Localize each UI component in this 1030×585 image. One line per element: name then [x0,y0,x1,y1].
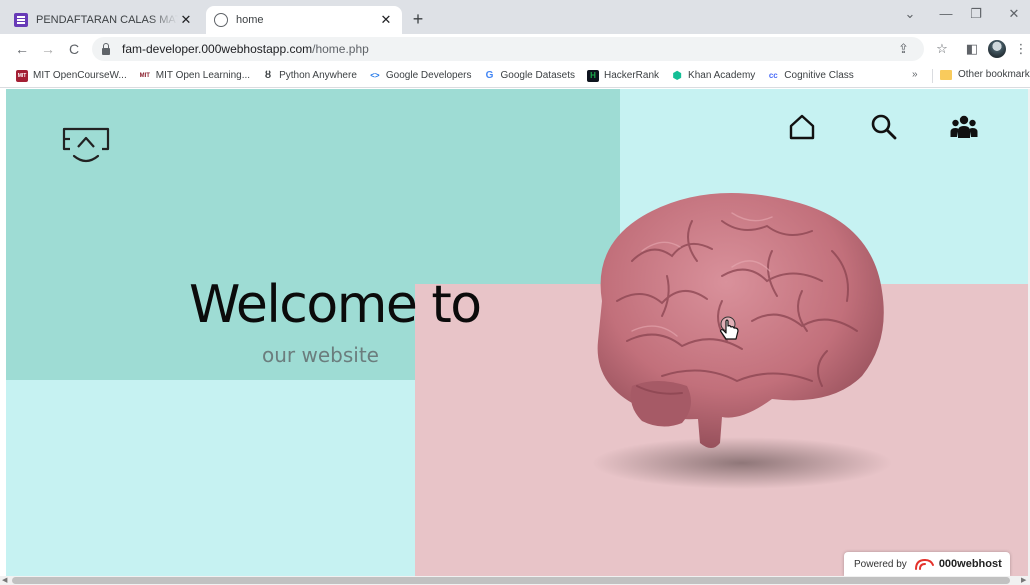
google-developers-icon: <> [370,71,380,80]
bookmarks-overflow-icon[interactable]: » [912,69,918,80]
bookmark-label: MIT Open Learning... [155,70,251,81]
python-anywhere-icon: ȣ [264,70,272,81]
google-icon: G [485,70,494,81]
bookmark-label: Cognitive Class [784,70,854,81]
restore-icon[interactable]: ❐ [966,6,986,22]
bookmark-google-datasets[interactable]: G Google Datasets [484,70,576,82]
google-forms-icon [14,13,28,27]
profile-avatar[interactable] [988,40,1006,58]
address-bar[interactable]: fam-developer.000webhostapp.com/home.php… [92,37,924,61]
url-host: fam-developer.000webhostapp.com [122,42,313,56]
bookmark-label: Khan Academy [688,70,756,81]
mit-logo-icon: MIT [139,72,150,79]
bookmarks-divider [932,69,933,83]
url-path: /home.php [312,42,369,56]
folder-icon [940,69,952,80]
other-bookmarks[interactable]: Other bookmarks [940,69,1030,80]
hand-cursor-icon [719,316,739,340]
hackerrank-icon: H [587,69,599,82]
bookmark-khan-academy[interactable]: ⬢ Khan Academy [671,70,755,82]
tab-search-icon[interactable]: ⌄ [900,6,920,22]
cognitive-class-icon: cc [768,71,778,80]
browser-toolbar: ← → C fam-developer.000webhostapp.com/ho… [0,34,1030,64]
000webhost-logo-icon [914,559,934,570]
close-window-icon[interactable]: ✕ [1004,6,1024,22]
horizontal-scrollbar[interactable]: ◀ ▶ [0,576,1030,585]
browser-menu-icon[interactable]: ⋮ [1014,39,1028,59]
minimize-icon[interactable]: — [936,6,956,21]
bookmark-star-icon[interactable]: ☆ [932,39,952,59]
hero-title: Welcome to [189,275,482,335]
reload-icon[interactable]: C [64,39,84,59]
bookmark-label: MIT OpenCourseW... [33,70,127,81]
bookmark-label: Google Developers [385,70,472,81]
site-logo-icon[interactable] [60,123,112,171]
tab-title: home [236,14,264,26]
bookmark-label: Python Anywhere [279,70,357,81]
close-tab-icon[interactable]: ✕ [178,12,194,28]
users-icon[interactable] [948,111,980,143]
page-viewport: Welcome to our website Powered by 000web… [6,89,1028,576]
search-icon[interactable] [868,111,900,143]
globe-icon [214,13,228,27]
close-tab-icon[interactable]: ✕ [378,12,394,28]
tab-pendaftaran[interactable]: PENDAFTARAN CALAS MATHDAY ✕ [6,6,202,34]
bookmarks-bar: MIT MIT OpenCourseW... MIT MIT Open Lear… [0,64,1030,88]
browser-tab-strip: PENDAFTARAN CALAS MATHDAY ✕ home ✕ + ⌄ —… [0,0,1030,34]
scroll-right-icon[interactable]: ▶ [1021,576,1026,585]
forward-icon[interactable]: → [38,39,58,59]
hero-subtitle: our website [262,343,379,367]
new-tab-button[interactable]: + [406,8,430,32]
home-icon[interactable] [786,111,818,143]
bookmark-hackerrank[interactable]: H HackerRank [587,69,660,82]
bookmark-cognitive-class[interactable]: cc Cognitive Class [767,70,854,82]
share-icon[interactable]: ⇪ [898,41,909,57]
back-icon[interactable]: ← [12,39,32,59]
bookmark-python-anywhere[interactable]: ȣ Python Anywhere [262,70,357,82]
scrollbar-thumb[interactable] [12,577,1010,584]
mit-ocw-icon: MIT [16,69,28,82]
khan-academy-icon: ⬢ [672,70,682,82]
tab-home[interactable]: home ✕ [206,6,402,34]
bookmark-google-developers[interactable]: <> Google Developers [369,70,472,82]
powered-by-label: Powered by [854,558,907,570]
powered-by-badge[interactable]: Powered by 000webhost [844,552,1010,576]
tab-title: PENDAFTARAN CALAS MATHDAY [36,14,178,26]
bookmark-mit-ocw[interactable]: MIT MIT OpenCourseW... [16,69,127,82]
other-bookmarks-label: Other bookmarks [958,69,1030,80]
bookmark-label: HackerRank [604,70,660,81]
bookmark-label: Google Datasets [500,70,576,81]
powered-by-brand: 000webhost [938,558,1002,570]
scroll-left-icon[interactable]: ◀ [2,576,7,585]
bookmark-mit-open-learning[interactable]: MIT MIT Open Learning... [139,70,250,82]
side-panel-icon[interactable]: ◧ [962,39,982,59]
lock-icon[interactable] [102,42,110,55]
